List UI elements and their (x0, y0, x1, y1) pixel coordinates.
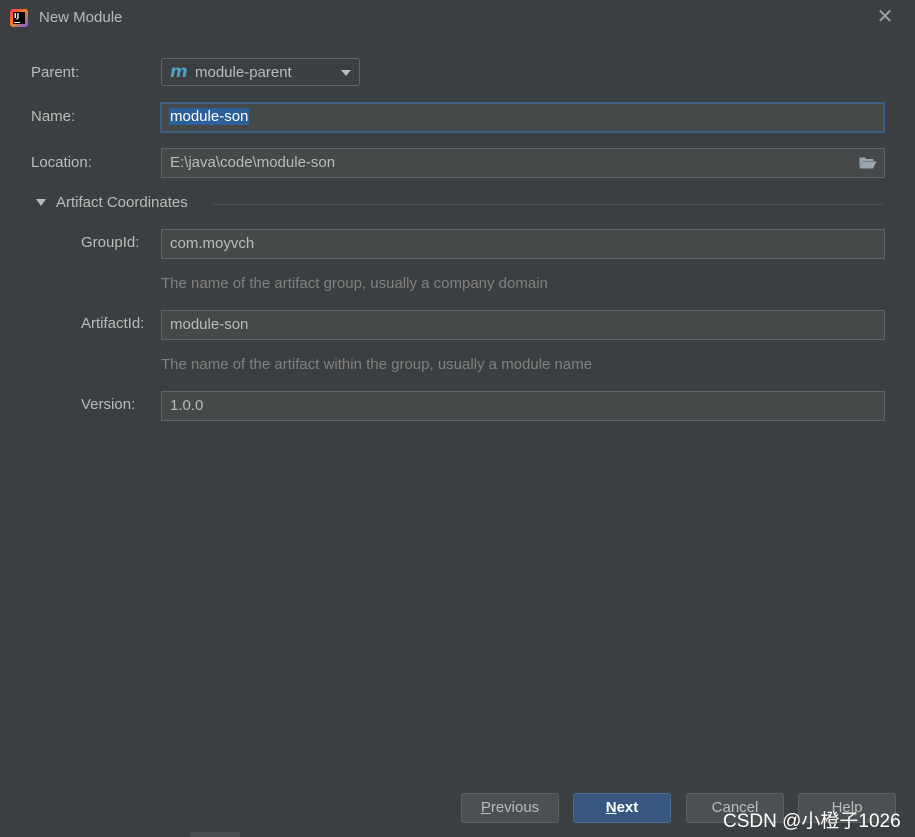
watermark: CSDN @小橙子1026 (723, 811, 901, 832)
name-value: module-son (169, 108, 250, 125)
previous-button[interactable]: Previous (461, 793, 559, 823)
parent-value: module-parent (195, 64, 292, 81)
name-input[interactable]: module-son (160, 102, 885, 133)
artifactid-input[interactable]: module-son (161, 310, 885, 340)
bottom-edge (190, 832, 240, 837)
location-label: Location: (31, 154, 92, 171)
version-value: 1.0.0 (170, 397, 204, 414)
maven-icon: m (170, 62, 188, 82)
artifactid-value: module-son (170, 316, 249, 333)
version-input[interactable]: 1.0.0 (161, 391, 885, 421)
artifact-section-title[interactable]: Artifact Coordinates (56, 194, 188, 211)
parent-dropdown[interactable]: m module-parent (161, 58, 360, 86)
parent-label: Parent: (31, 64, 80, 81)
groupid-hint: The name of the artifact group, usually … (161, 275, 548, 292)
name-label: Name: (31, 108, 76, 125)
close-icon[interactable]: ✕ (875, 6, 895, 28)
chevron-down-icon (341, 70, 351, 76)
groupid-value: com.moyvch (170, 235, 255, 252)
groupid-label: GroupId: (81, 234, 140, 251)
title-bar: IJ New Module ✕ (0, 0, 915, 36)
next-button[interactable]: Next (573, 793, 671, 823)
window-title: New Module (39, 9, 123, 26)
section-divider (212, 204, 884, 205)
folder-icon[interactable] (859, 156, 877, 169)
artifactid-hint: The name of the artifact within the grou… (161, 356, 593, 373)
location-input[interactable]: E:\java\code\module-son (161, 148, 885, 178)
collapse-arrow-icon[interactable] (36, 199, 46, 206)
version-label: Version: (81, 396, 136, 413)
intellij-logo-icon: IJ (10, 9, 28, 27)
artifactid-label: ArtifactId: (81, 315, 145, 332)
location-value: E:\java\code\module-son (170, 154, 336, 171)
groupid-input[interactable]: com.moyvch (161, 229, 885, 259)
